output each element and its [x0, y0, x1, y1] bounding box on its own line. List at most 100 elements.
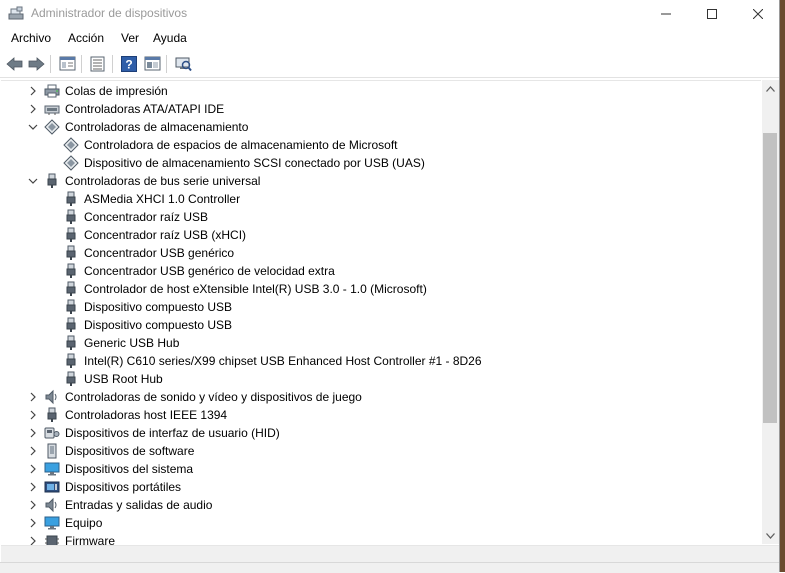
usb-plug-icon [44, 407, 60, 423]
back-arrow-icon [6, 56, 23, 71]
help-icon: ? [120, 55, 137, 72]
chevron-right-icon[interactable] [28, 463, 38, 475]
menu-ver[interactable]: Ver [121, 31, 139, 45]
chevron-right-icon[interactable] [28, 103, 38, 115]
list-view-button[interactable] [88, 54, 107, 73]
usb-plug-icon [63, 209, 79, 225]
close-button[interactable] [735, 0, 781, 28]
back-button[interactable] [5, 54, 24, 73]
toolbar: ? [0, 50, 779, 78]
tree-item-label: Dispositivo compuesto USB [84, 318, 233, 332]
tree-category[interactable]: Entradas y salidas de audio [1, 496, 761, 514]
chevron-right-icon[interactable] [28, 85, 38, 97]
usb-plug-icon [63, 335, 79, 351]
usb-plug-icon [63, 191, 79, 207]
ide-controller-icon [44, 101, 60, 117]
speaker-icon [44, 389, 60, 405]
chevron-right-icon[interactable] [28, 517, 38, 529]
tree-category[interactable]: Controladoras host IEEE 1394 [1, 406, 761, 424]
tree-category[interactable]: Firmware [1, 532, 761, 545]
maximize-button[interactable] [689, 0, 735, 28]
tree-category[interactable]: Controladoras ATA/ATAPI IDE [1, 100, 761, 118]
forward-arrow-icon [28, 56, 45, 71]
tree-item-label: Dispositivos portátiles [65, 480, 182, 494]
action-button[interactable] [143, 54, 162, 73]
tree-device[interactable]: Concentrador raíz USB (xHCI) [1, 226, 761, 244]
chevron-down-icon[interactable] [28, 175, 38, 187]
tree-item-label: Controladoras ATA/ATAPI IDE [65, 102, 225, 116]
portable-device-icon [44, 479, 60, 495]
scan-hardware-button[interactable] [174, 54, 193, 73]
chevron-up-icon [766, 85, 775, 92]
tree-item-label: Controlador de host eXtensible Intel(R) … [84, 282, 427, 296]
scroll-up-button[interactable] [762, 80, 779, 97]
tree-category[interactable]: Dispositivos de software [1, 442, 761, 460]
chevron-right-icon[interactable] [28, 391, 38, 403]
action-icon [144, 56, 161, 71]
chevron-right-icon[interactable] [28, 535, 38, 545]
menu-ayuda[interactable]: Ayuda [153, 31, 187, 45]
tree-device[interactable]: Dispositivo compuesto USB [1, 316, 761, 334]
usb-plug-icon [63, 263, 79, 279]
tree-category[interactable]: Dispositivos del sistema [1, 460, 761, 478]
tree-item-label: Concentrador raíz USB [84, 210, 209, 224]
desktop-background [780, 0, 785, 572]
tree-category[interactable]: Controladoras de bus serie universal [1, 172, 761, 190]
tree-category[interactable]: Dispositivos portátiles [1, 478, 761, 496]
properties-button[interactable] [58, 54, 77, 73]
tree-category[interactable]: Colas de impresión [1, 82, 761, 100]
tree-category[interactable]: Controladoras de almacenamiento [1, 118, 761, 136]
speaker-icon [44, 497, 60, 513]
tree-item-label: Dispositivos de software [65, 444, 195, 458]
minimize-button[interactable] [643, 0, 689, 28]
tree-device[interactable]: Dispositivo de almacenamiento SCSI conec… [1, 154, 761, 172]
scroll-down-button[interactable] [762, 527, 779, 544]
chevron-down-icon[interactable] [28, 121, 38, 133]
tree-device[interactable]: Concentrador raíz USB [1, 208, 761, 226]
tree-device[interactable]: Dispositivo compuesto USB [1, 298, 761, 316]
properties-icon [59, 56, 76, 71]
chevron-right-icon[interactable] [28, 499, 38, 511]
tree-item-label: USB Root Hub [84, 372, 163, 386]
chevron-right-icon[interactable] [28, 445, 38, 457]
tree-item-label: Controladora de espacios de almacenamien… [84, 138, 398, 152]
tree-category[interactable]: Dispositivos de interfaz de usuario (HID… [1, 424, 761, 442]
forward-button[interactable] [27, 54, 46, 73]
menu-archivo[interactable]: Archivo [11, 31, 51, 45]
storage-controller-icon [63, 155, 79, 171]
tree-device[interactable]: Controladora de espacios de almacenamien… [1, 136, 761, 154]
close-icon [753, 9, 763, 19]
tree-device[interactable]: Concentrador USB genérico [1, 244, 761, 262]
tree-device[interactable]: USB Root Hub [1, 370, 761, 388]
tree-item-label: Dispositivo compuesto USB [84, 300, 233, 314]
chevron-right-icon[interactable] [28, 427, 38, 439]
monitor-icon [44, 461, 60, 477]
tree-item-label: Intel(R) C610 series/X99 chipset USB Enh… [84, 354, 482, 368]
minimize-icon [661, 13, 671, 15]
menu-accion[interactable]: Acción [68, 31, 104, 45]
tree-item-label: Dispositivos del sistema [65, 462, 194, 476]
tree-category[interactable]: Equipo [1, 514, 761, 532]
help-button[interactable]: ? [119, 54, 138, 73]
usb-plug-icon [63, 281, 79, 297]
software-device-icon [44, 443, 60, 459]
vertical-scrollbar[interactable] [762, 80, 779, 544]
tree-item-label: Entradas y salidas de audio [65, 498, 213, 512]
horizontal-scrollbar-area [1, 545, 779, 563]
tree-item-label: Dispositivos de interfaz de usuario (HID… [65, 426, 280, 440]
tree-item-label: Concentrador USB genérico de velocidad e… [84, 264, 335, 278]
device-manager-window: Administrador de dispositivos Archivo Ac… [0, 0, 781, 573]
chevron-right-icon[interactable] [28, 481, 38, 493]
tree-device[interactable]: Concentrador USB genérico de velocidad e… [1, 262, 761, 280]
tree-device[interactable]: ASMedia XHCI 1.0 Controller [1, 190, 761, 208]
maximize-icon [707, 9, 717, 19]
storage-controller-icon [63, 137, 79, 153]
tree-device[interactable]: Controlador de host eXtensible Intel(R) … [1, 280, 761, 298]
tree-category[interactable]: Controladoras de sonido y vídeo y dispos… [1, 388, 761, 406]
tree-device[interactable]: Generic USB Hub [1, 334, 761, 352]
scrollbar-thumb[interactable] [763, 133, 777, 423]
scan-hardware-icon [175, 57, 192, 71]
chevron-right-icon[interactable] [28, 409, 38, 421]
tree-device[interactable]: Intel(R) C610 series/X99 chipset USB Enh… [1, 352, 761, 370]
tree-item-label: Controladoras host IEEE 1394 [65, 408, 228, 422]
